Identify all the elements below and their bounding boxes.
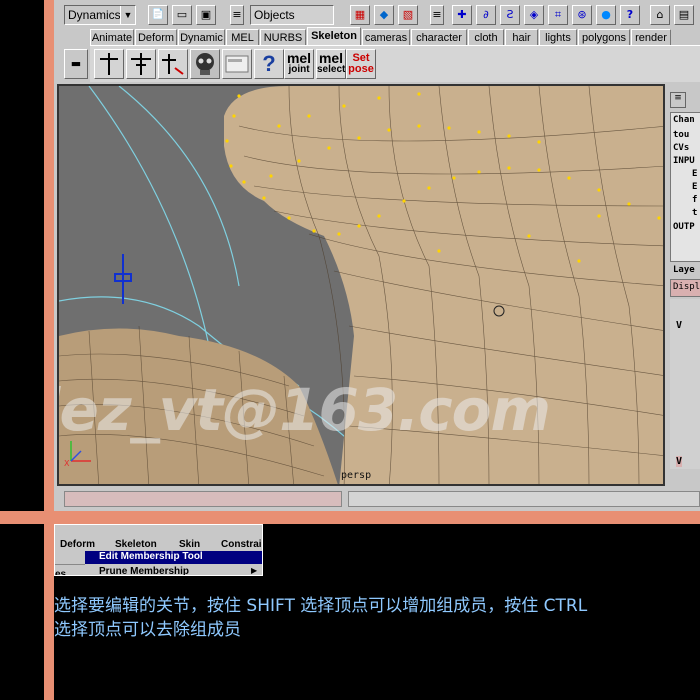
mel-joint-bottom: joint <box>288 64 310 75</box>
frame-left-bar <box>44 0 54 700</box>
open-scene-icon[interactable]: ▭ <box>172 5 192 25</box>
paint-weights-icon[interactable] <box>222 49 252 79</box>
ipr-render-icon[interactable]: ▤ <box>674 5 694 25</box>
tab-cloth[interactable]: cloth <box>468 29 504 45</box>
channel-outputs: OUTP <box>673 222 695 232</box>
mel-select-bottom: select <box>317 64 346 75</box>
help-shelf-label: ? <box>262 51 276 76</box>
channel-box-panel: ≡ Chan tou CVs INPU E E f t OUTP Laye Di… <box>668 84 700 486</box>
svg-text:X: X <box>64 459 70 468</box>
skeleton-menu-snippet: Deform Skeleton Skin Constrai Edit Membe… <box>54 524 263 576</box>
tab-deform[interactable]: Deform <box>135 29 177 45</box>
selection-mode-label: Objects <box>254 8 295 22</box>
channel-box-toggle-icon[interactable]: ≡ <box>670 92 686 108</box>
tab-cameras[interactable]: cameras <box>362 29 410 45</box>
channel-inputs: INPU <box>673 156 695 166</box>
snap-surface-icon[interactable]: ⌗ <box>548 5 568 25</box>
select-by-component-icon[interactable]: ▧ <box>398 5 418 25</box>
menu-left-cut-label: es <box>55 569 67 576</box>
layer-visibility-flag-2[interactable]: V <box>676 456 683 467</box>
move-tool-icon[interactable]: ✚ <box>452 5 472 25</box>
select-by-hierarchy-icon[interactable]: ▦ <box>350 5 370 25</box>
tab-lights[interactable]: lights <box>539 29 577 45</box>
ik-spline-icon[interactable] <box>158 49 188 79</box>
frame-divider <box>0 511 700 524</box>
shelf-menu-icon[interactable]: ▬ <box>64 49 88 79</box>
tab-render[interactable]: render <box>631 29 671 45</box>
menu-skin[interactable]: Skin <box>179 539 200 550</box>
tab-animate[interactable]: Animate <box>90 29 134 45</box>
perspective-viewport[interactable]: X persp dez_vt@163.com <box>57 84 665 486</box>
maya-window: Dynamics ▼ 📄 ▭ ▣ ≡ Objects ▦ ◆ ▧ ≡ ✚ ∂ Ƨ… <box>54 0 700 511</box>
mask-menu-icon[interactable]: ≡ <box>430 5 444 25</box>
snap-point-icon[interactable]: Ƨ <box>500 5 520 25</box>
menu-item-edit-membership-label: Edit Membership Tool <box>99 551 203 562</box>
tab-nurbs[interactable]: NURBS <box>260 29 306 45</box>
mel-joint-top: mel <box>286 50 312 66</box>
mel-select-top: mel <box>318 50 344 66</box>
caption-line-2: 选择顶点可以去除组成员 <box>54 620 241 640</box>
viewport-scrollbar[interactable] <box>64 491 342 507</box>
joint-tool-icon[interactable] <box>94 49 124 79</box>
menu-mode-label: Dynamics <box>68 8 121 22</box>
layer-editor-title: Laye <box>673 265 695 275</box>
layer-list <box>670 299 700 469</box>
ik-handle-icon[interactable] <box>126 49 156 79</box>
caption-line-1: 选择要编辑的关节，按住 SHIFT 选择顶点可以增加组成员，按住 CTRL <box>54 596 588 616</box>
channel-row-3[interactable]: f <box>692 195 697 205</box>
tab-mel[interactable]: MEL <box>226 29 259 45</box>
bind-skin-icon[interactable] <box>190 49 220 79</box>
set-pose-button[interactable]: Set pose <box>346 49 376 79</box>
channel-row-1[interactable]: E <box>692 169 697 179</box>
new-scene-icon[interactable]: 📄 <box>148 5 168 25</box>
selection-mode-field[interactable]: Objects <box>250 5 334 25</box>
sphere-icon[interactable]: ● <box>596 5 616 25</box>
watermark: dez_vt@163.com <box>57 376 551 444</box>
render-icon[interactable]: ⌂ <box>650 5 670 25</box>
mode-selector-icon[interactable]: ≡ <box>230 5 244 25</box>
chevron-down-icon: ▼ <box>120 6 135 24</box>
channel-row-4[interactable]: t <box>692 208 697 218</box>
display-tab-label: Displ <box>673 282 700 292</box>
mel-select-button[interactable]: mel select <box>316 49 346 79</box>
submenu-arrow-icon: ▶ <box>251 566 258 575</box>
tab-polygons[interactable]: polygons <box>578 29 630 45</box>
help-icon[interactable]: ? <box>620 5 640 25</box>
tab-dynamic[interactable]: Dynamic <box>178 29 225 45</box>
channel-row-2[interactable]: E <box>692 182 697 192</box>
menu-item-prune-membership-label[interactable]: Prune Membership <box>99 566 189 575</box>
camera-label: persp <box>341 470 372 481</box>
tab-character[interactable]: character <box>411 29 467 45</box>
menu-constrain[interactable]: Constrai <box>221 539 262 550</box>
tab-skeleton[interactable]: Skeleton <box>307 27 361 45</box>
mel-joint-button[interactable]: mel joint <box>284 49 314 79</box>
channel-cvs: CVs <box>673 143 690 153</box>
layer-visibility-flag[interactable]: V <box>676 320 682 331</box>
channel-object-name[interactable]: tou <box>673 130 689 140</box>
set-pose-bottom: pose <box>348 63 374 75</box>
snap-view-icon[interactable]: ◈ <box>524 5 544 25</box>
help-shelf-icon[interactable]: ? <box>254 49 284 79</box>
select-by-object-icon[interactable]: ◆ <box>374 5 394 25</box>
menu-mode-dropdown[interactable]: Dynamics ▼ <box>64 5 136 25</box>
menu-divider <box>55 564 85 565</box>
snap-curve-icon[interactable]: ∂ <box>476 5 496 25</box>
tab-hair[interactable]: hair <box>505 29 538 45</box>
save-scene-icon[interactable]: ▣ <box>196 5 216 25</box>
status-field[interactable] <box>348 491 700 507</box>
menu-deform[interactable]: Deform <box>60 539 95 550</box>
make-live-icon[interactable]: ⊛ <box>572 5 592 25</box>
channel-box-title: Chan <box>673 115 695 125</box>
menu-skeleton[interactable]: Skeleton <box>115 539 157 550</box>
